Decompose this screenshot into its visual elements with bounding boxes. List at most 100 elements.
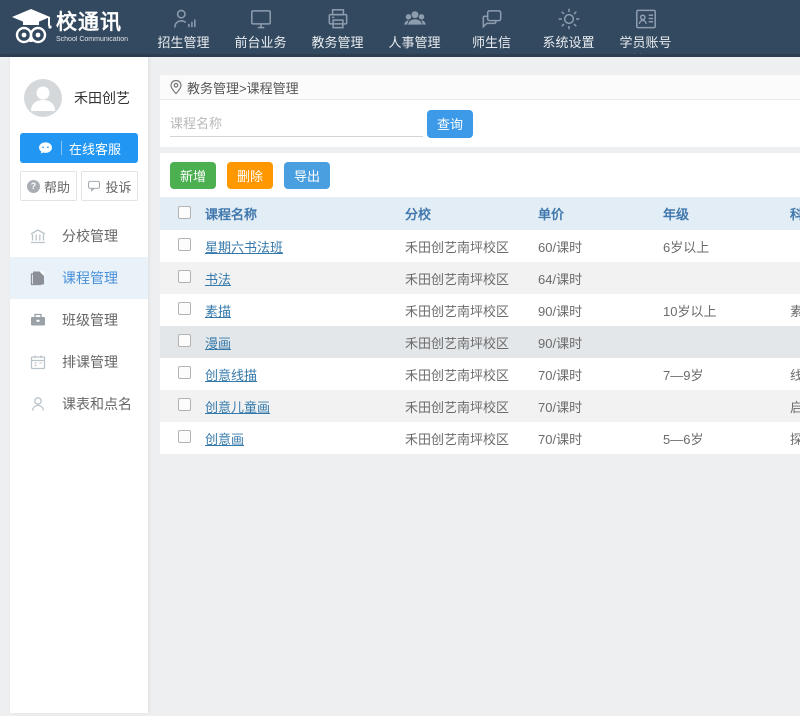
brand-logo[interactable]: 校通讯 School Communication [0,0,145,54]
course-table: 课程名称 分校 单价 年级 科目 星期六书法班 禾田创艺南坪校区 60/课时 6… [160,197,800,454]
price-cell: 90/课时 [531,301,656,320]
nav-label: 师生信 [460,34,524,52]
nav-label: 学员账号管理 [614,34,678,57]
table-row: 创意线描 禾田创艺南坪校区 70/课时 7—9岁 线 [160,358,800,390]
course-name-link[interactable]: 创意儿童画 [205,400,270,415]
table-header-row: 课程名称 分校 单价 年级 科目 [160,197,800,230]
column-header: 分校 [398,204,531,223]
row-checkbox[interactable] [178,366,191,379]
search-bar: 查询 [160,100,800,147]
subject-cell: 线 [783,365,800,384]
help-label: 帮助 [44,177,70,196]
course-name-link[interactable]: 漫画 [205,336,231,351]
nav-label: 人事管理 [383,34,447,52]
column-header: 年级 [656,204,783,223]
export-button[interactable]: 导出 [284,162,330,189]
calendar-icon [28,352,48,372]
nav-item-messages[interactable]: 师生信 [453,0,530,54]
online-service-button[interactable]: 在线客服 [20,133,138,163]
nav-item-academic[interactable]: 教务管理 [299,0,376,54]
course-name-search-input[interactable] [170,111,423,137]
price-cell: 70/课时 [531,429,656,448]
breadcrumb: 教务管理>课程管理 [160,75,800,100]
bank-icon [28,226,48,246]
table-row: 书法 禾田创艺南坪校区 64/课时 [160,262,800,294]
subject-cell: 素 [783,301,800,320]
printer-icon [325,6,351,32]
course-name-link[interactable]: 书法 [205,272,231,287]
add-button[interactable]: 新增 [170,162,216,189]
branch-cell: 禾田创艺南坪校区 [398,237,531,256]
table-row: 创意儿童画 禾田创艺南坪校区 70/课时 启 [160,390,800,422]
branch-cell: 禾田创艺南坪校区 [398,429,531,448]
sidebar-item-course-mgmt[interactable]: 课程管理 [10,257,148,299]
location-pin-icon [168,79,184,95]
online-service-label: 在线客服 [69,139,121,158]
subject-cell: 启 [783,397,800,416]
avatar[interactable] [24,79,62,117]
row-checkbox[interactable] [178,398,191,411]
main-content: 教务管理>课程管理 查询 新增 删除 导出 课程名称 分校 单价 年级 [160,57,800,713]
briefcase-icon [28,310,48,330]
branch-cell: 禾田创艺南坪校区 [398,301,531,320]
delete-button[interactable]: 删除 [227,162,273,189]
sidebar-item-schedule-mgmt[interactable]: 排课管理 [10,341,148,383]
nav-item-hr[interactable]: 人事管理 [376,0,453,54]
row-checkbox[interactable] [178,334,191,347]
sidebar-item-label: 排课管理 [62,352,118,372]
branch-cell: 禾田创艺南坪校区 [398,269,531,288]
branch-cell: 禾田创艺南坪校区 [398,365,531,384]
complaint-button[interactable]: 投诉 [81,171,138,201]
nav-label: 招生管理 [152,34,216,52]
row-checkbox[interactable] [178,430,191,443]
sidebar-item-label: 分校管理 [62,226,118,246]
people-icon [402,6,428,32]
nav-item-frontdesk[interactable]: 前台业务 [222,0,299,54]
complaint-chat-icon [87,179,101,193]
course-name-link[interactable]: 素描 [205,304,231,319]
select-all-checkbox[interactable] [178,206,191,219]
grade-cell: 6岁以上 [656,237,783,256]
column-header: 单价 [531,204,656,223]
table-row: 创意画 禾田创艺南坪校区 70/课时 5—6岁 探 [160,422,800,454]
nav-item-student-account[interactable]: 学员账号管理 [607,0,684,54]
course-name-link[interactable]: 星期六书法班 [205,240,283,255]
top-navigation: 校通讯 School Communication 招生管理 前台业务 [0,0,800,57]
sidebar-item-branch-mgmt[interactable]: 分校管理 [10,215,148,257]
row-checkbox[interactable] [178,302,191,315]
sidebar-item-timetable-rollcall[interactable]: 课表和点名 [10,383,148,425]
help-button[interactable]: ? 帮助 [20,171,77,201]
grade-cell: 10岁以上 [656,301,783,320]
price-cell: 60/课时 [531,237,656,256]
course-name-link[interactable]: 创意画 [205,432,244,447]
nav-label: 系统设置 [537,34,601,52]
sidebar: 禾田创艺 在线客服 ? 帮助 [10,57,148,713]
brand-title: 校通讯 [56,12,128,33]
brand-text: 校通讯 School Communication [56,12,128,43]
user-profile: 禾田创艺 [10,79,148,117]
brand-subtitle: School Communication [56,36,128,43]
grade-cell: 5—6岁 [656,429,783,448]
price-cell: 70/课时 [531,397,656,416]
query-button[interactable]: 查询 [427,110,473,138]
nav-item-settings[interactable]: 系统设置 [530,0,607,54]
person-icon [28,394,48,414]
nav-label: 前台业务 [229,34,293,52]
course-name-link[interactable]: 创意线描 [205,368,257,383]
table-row: 素描 禾田创艺南坪校区 90/课时 10岁以上 素 [160,294,800,326]
row-checkbox[interactable] [178,270,191,283]
breadcrumb-text: 教务管理>课程管理 [187,78,299,97]
person-signal-icon [171,6,197,32]
sidebar-item-class-mgmt[interactable]: 班级管理 [10,299,148,341]
toolbar: 新增 删除 导出 [160,153,800,197]
table-row: 星期六书法班 禾田创艺南坪校区 60/课时 6岁以上 [160,230,800,262]
book-icon [28,268,48,288]
row-checkbox[interactable] [178,238,191,251]
price-cell: 90/课时 [531,333,656,352]
nav-item-recruit[interactable]: 招生管理 [145,0,222,54]
owl-logo-icon [10,7,52,47]
complaint-label: 投诉 [105,177,131,196]
branch-cell: 禾田创艺南坪校区 [398,333,531,352]
grade-cell: 7—9岁 [656,365,783,384]
table-panel: 新增 删除 导出 课程名称 分校 单价 年级 科目 星期六书法班 禾田创艺南坪校… [160,153,800,454]
